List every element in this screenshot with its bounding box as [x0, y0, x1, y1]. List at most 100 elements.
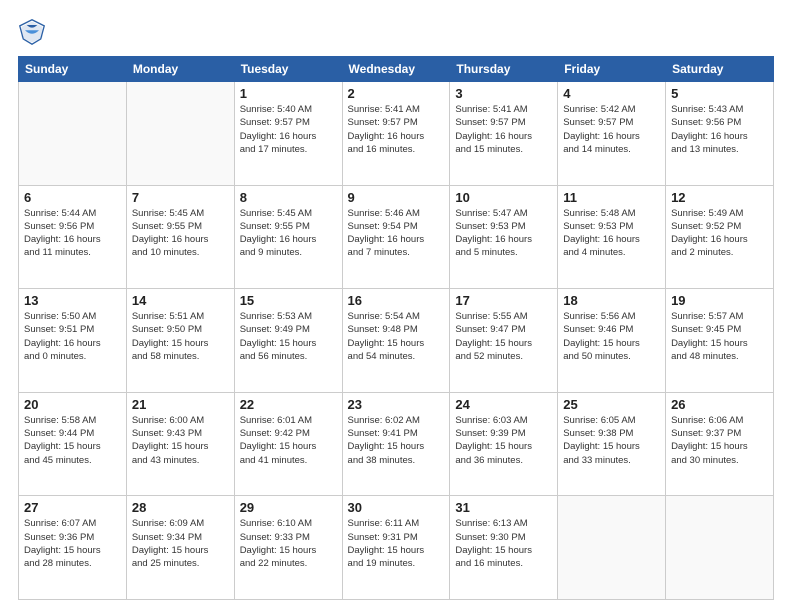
day-info: Sunrise: 5:41 AM Sunset: 9:57 PM Dayligh… [455, 103, 552, 156]
day-info: Sunrise: 6:09 AM Sunset: 9:34 PM Dayligh… [132, 517, 229, 570]
day-info: Sunrise: 5:40 AM Sunset: 9:57 PM Dayligh… [240, 103, 337, 156]
calendar-cell: 16Sunrise: 5:54 AM Sunset: 9:48 PM Dayli… [342, 289, 450, 393]
weekday-header-sunday: Sunday [19, 57, 127, 82]
day-number: 6 [24, 190, 121, 205]
day-number: 4 [563, 86, 660, 101]
day-number: 3 [455, 86, 552, 101]
logo [18, 18, 50, 46]
day-info: Sunrise: 5:51 AM Sunset: 9:50 PM Dayligh… [132, 310, 229, 363]
day-number: 7 [132, 190, 229, 205]
day-info: Sunrise: 5:44 AM Sunset: 9:56 PM Dayligh… [24, 207, 121, 260]
calendar-cell: 3 Sunrise: 5:41 AM Sunset: 9:57 PM Daylig… [450, 82, 558, 186]
calendar-week-5: 27Sunrise: 6:07 AM Sunset: 9:36 PM Dayli… [19, 496, 774, 600]
calendar-cell: 24 Sunrise: 6:03 AM Sunset: 9:39 PM Dayli… [450, 392, 558, 496]
calendar-cell: 15 Sunrise: 5:53 AM Sunset: 9:49 PM Dayli… [234, 289, 342, 393]
day-info: Sunrise: 6:03 AM Sunset: 9:39 PM Dayligh… [455, 414, 552, 467]
page: SundayMondayTuesdayWednesdayThursdayFrid… [0, 0, 792, 612]
day-number: 5 [671, 86, 768, 101]
calendar-cell: 2 Sunrise: 5:41 AM Sunset: 9:57 PM Daylig… [342, 82, 450, 186]
day-number: 9 [348, 190, 445, 205]
day-info: Sunrise: 5:45 AM Sunset: 9:55 PM Dayligh… [240, 207, 337, 260]
day-info: Sunrise: 5:46 AM Sunset: 9:54 PM Dayligh… [348, 207, 445, 260]
calendar-cell: 19 Sunrise: 5:57 AM Sunset: 9:45 PM Dayli… [666, 289, 774, 393]
weekday-header-row: SundayMondayTuesdayWednesdayThursdayFrid… [19, 57, 774, 82]
day-number: 8 [240, 190, 337, 205]
calendar-cell [558, 496, 666, 600]
day-number: 30 [348, 500, 445, 515]
calendar-cell [19, 82, 127, 186]
weekday-header-thursday: Thursday [450, 57, 558, 82]
calendar-cell: 14Sunrise: 5:51 AM Sunset: 9:50 PM Dayli… [126, 289, 234, 393]
calendar-cell: 23 Sunrise: 6:02 AM Sunset: 9:41 PM Dayli… [342, 392, 450, 496]
day-number: 1 [240, 86, 337, 101]
day-info: Sunrise: 5:43 AM Sunset: 9:56 PM Dayligh… [671, 103, 768, 156]
day-info: Sunrise: 6:01 AM Sunset: 9:42 PM Dayligh… [240, 414, 337, 467]
calendar-cell: 28Sunrise: 6:09 AM Sunset: 9:34 PM Dayli… [126, 496, 234, 600]
calendar-cell: 7Sunrise: 5:45 AM Sunset: 9:55 PM Daylig… [126, 185, 234, 289]
day-info: Sunrise: 6:07 AM Sunset: 9:36 PM Dayligh… [24, 517, 121, 570]
calendar-week-1: 1 Sunrise: 5:40 AM Sunset: 9:57 PM Daylig… [19, 82, 774, 186]
calendar-cell: 27Sunrise: 6:07 AM Sunset: 9:36 PM Dayli… [19, 496, 127, 600]
calendar-cell: 13 Sunrise: 5:50 AM Sunset: 9:51 PM Dayli… [19, 289, 127, 393]
day-number: 12 [671, 190, 768, 205]
calendar-table: SundayMondayTuesdayWednesdayThursdayFrid… [18, 56, 774, 600]
day-number: 10 [455, 190, 552, 205]
day-number: 22 [240, 397, 337, 412]
day-info: Sunrise: 6:02 AM Sunset: 9:41 PM Dayligh… [348, 414, 445, 467]
calendar-cell: 26 Sunrise: 6:06 AM Sunset: 9:37 PM Dayli… [666, 392, 774, 496]
weekday-header-tuesday: Tuesday [234, 57, 342, 82]
header [18, 18, 774, 46]
calendar-cell: 12 Sunrise: 5:49 AM Sunset: 9:52 PM Dayli… [666, 185, 774, 289]
day-info: Sunrise: 5:42 AM Sunset: 9:57 PM Dayligh… [563, 103, 660, 156]
day-info: Sunrise: 5:49 AM Sunset: 9:52 PM Dayligh… [671, 207, 768, 260]
day-number: 26 [671, 397, 768, 412]
day-number: 20 [24, 397, 121, 412]
day-info: Sunrise: 5:58 AM Sunset: 9:44 PM Dayligh… [24, 414, 121, 467]
calendar-cell: 17Sunrise: 5:55 AM Sunset: 9:47 PM Dayli… [450, 289, 558, 393]
calendar-cell [126, 82, 234, 186]
calendar-cell: 9 Sunrise: 5:46 AM Sunset: 9:54 PM Daylig… [342, 185, 450, 289]
calendar-cell: 8 Sunrise: 5:45 AM Sunset: 9:55 PM Daylig… [234, 185, 342, 289]
calendar-cell: 30 Sunrise: 6:11 AM Sunset: 9:31 PM Dayli… [342, 496, 450, 600]
day-info: Sunrise: 5:57 AM Sunset: 9:45 PM Dayligh… [671, 310, 768, 363]
day-number: 2 [348, 86, 445, 101]
day-info: Sunrise: 6:11 AM Sunset: 9:31 PM Dayligh… [348, 517, 445, 570]
day-info: Sunrise: 5:41 AM Sunset: 9:57 PM Dayligh… [348, 103, 445, 156]
calendar-cell: 10 Sunrise: 5:47 AM Sunset: 9:53 PM Dayli… [450, 185, 558, 289]
day-info: Sunrise: 6:13 AM Sunset: 9:30 PM Dayligh… [455, 517, 552, 570]
weekday-header-wednesday: Wednesday [342, 57, 450, 82]
weekday-header-monday: Monday [126, 57, 234, 82]
day-number: 23 [348, 397, 445, 412]
day-info: Sunrise: 5:53 AM Sunset: 9:49 PM Dayligh… [240, 310, 337, 363]
logo-icon [18, 18, 46, 46]
calendar-cell: 11Sunrise: 5:48 AM Sunset: 9:53 PM Dayli… [558, 185, 666, 289]
day-info: Sunrise: 5:47 AM Sunset: 9:53 PM Dayligh… [455, 207, 552, 260]
day-number: 15 [240, 293, 337, 308]
calendar-cell: 1 Sunrise: 5:40 AM Sunset: 9:57 PM Daylig… [234, 82, 342, 186]
day-number: 19 [671, 293, 768, 308]
day-number: 13 [24, 293, 121, 308]
day-number: 24 [455, 397, 552, 412]
calendar-cell: 21 Sunrise: 6:00 AM Sunset: 9:43 PM Dayli… [126, 392, 234, 496]
calendar-week-3: 13 Sunrise: 5:50 AM Sunset: 9:51 PM Dayli… [19, 289, 774, 393]
day-info: Sunrise: 5:50 AM Sunset: 9:51 PM Dayligh… [24, 310, 121, 363]
day-number: 18 [563, 293, 660, 308]
day-info: Sunrise: 6:00 AM Sunset: 9:43 PM Dayligh… [132, 414, 229, 467]
calendar-week-2: 6 Sunrise: 5:44 AM Sunset: 9:56 PM Daylig… [19, 185, 774, 289]
day-info: Sunrise: 6:10 AM Sunset: 9:33 PM Dayligh… [240, 517, 337, 570]
day-number: 21 [132, 397, 229, 412]
day-info: Sunrise: 5:55 AM Sunset: 9:47 PM Dayligh… [455, 310, 552, 363]
calendar-cell: 29 Sunrise: 6:10 AM Sunset: 9:33 PM Dayli… [234, 496, 342, 600]
calendar-cell: 22 Sunrise: 6:01 AM Sunset: 9:42 PM Dayli… [234, 392, 342, 496]
day-number: 29 [240, 500, 337, 515]
day-info: Sunrise: 6:05 AM Sunset: 9:38 PM Dayligh… [563, 414, 660, 467]
day-info: Sunrise: 5:54 AM Sunset: 9:48 PM Dayligh… [348, 310, 445, 363]
calendar-cell: 25 Sunrise: 6:05 AM Sunset: 9:38 PM Dayli… [558, 392, 666, 496]
calendar-cell: 5 Sunrise: 5:43 AM Sunset: 9:56 PM Daylig… [666, 82, 774, 186]
day-info: Sunrise: 6:06 AM Sunset: 9:37 PM Dayligh… [671, 414, 768, 467]
calendar-cell: 31Sunrise: 6:13 AM Sunset: 9:30 PM Dayli… [450, 496, 558, 600]
day-info: Sunrise: 5:56 AM Sunset: 9:46 PM Dayligh… [563, 310, 660, 363]
calendar-week-4: 20 Sunrise: 5:58 AM Sunset: 9:44 PM Dayli… [19, 392, 774, 496]
day-number: 25 [563, 397, 660, 412]
calendar-cell [666, 496, 774, 600]
